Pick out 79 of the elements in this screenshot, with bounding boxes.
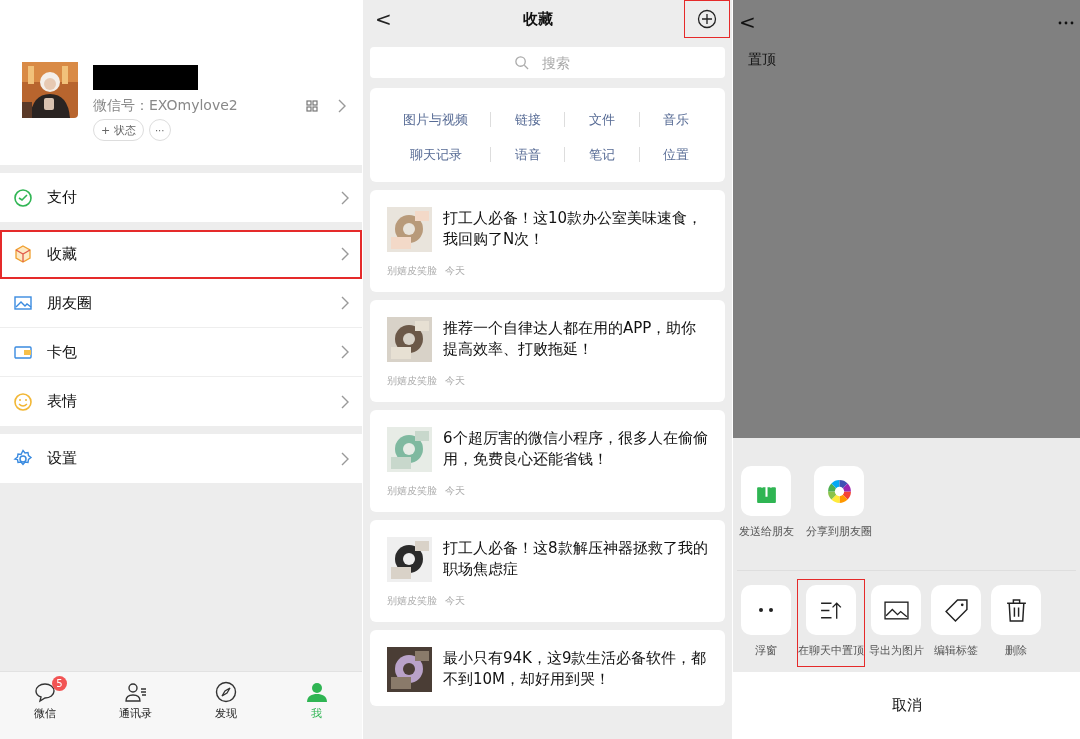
add-button[interactable] bbox=[684, 0, 730, 38]
article-title: 打工人必备！这8款解压神器拯救了我的职场焦虑症 bbox=[443, 538, 708, 580]
menu-item[interactable]: 支付 bbox=[0, 173, 362, 222]
tag-icon bbox=[943, 597, 969, 623]
check-circle-icon bbox=[13, 187, 33, 208]
saved-time: 今天 bbox=[445, 374, 465, 388]
favorite-card[interactable]: 推荐一个自律达人都在用的APP，助你提高效率、打败拖延！ 别嬉皮笑脸 今天 bbox=[370, 300, 725, 402]
cancel-button[interactable]: 取消 bbox=[733, 672, 1080, 739]
chevron-icon bbox=[341, 190, 349, 205]
favorite-card[interactable]: 打工人必备！这10款办公室美味速食，我回购了N次！ 别嬉皮笑脸 今天 bbox=[370, 190, 725, 292]
chat-bubble-icon bbox=[33, 680, 58, 704]
person-icon bbox=[304, 680, 329, 704]
share-action[interactable]: 发送给朋友 bbox=[737, 460, 795, 548]
sheet-action[interactable]: 导出为图片 bbox=[867, 579, 925, 667]
category-link[interactable]: 链接 bbox=[489, 112, 565, 127]
source-name: 别嬉皮笑脸 bbox=[387, 264, 437, 278]
sheet-action[interactable]: 在聊天中置顶 bbox=[797, 579, 865, 667]
category-link[interactable]: 语音 bbox=[489, 147, 565, 162]
menu-label: 设置 bbox=[47, 449, 78, 468]
smiley-icon bbox=[13, 391, 33, 412]
sheet-action[interactable]: 浮窗 bbox=[737, 579, 795, 667]
page-title: 收藏 bbox=[522, 9, 553, 29]
chevron-icon bbox=[341, 296, 349, 310]
menu-label: 收藏 bbox=[47, 244, 78, 264]
source-name: 别嬉皮笑脸 bbox=[387, 594, 437, 608]
more-icon[interactable] bbox=[1058, 21, 1074, 25]
saved-time: 今天 bbox=[445, 484, 465, 498]
favorite-card[interactable]: 打工人必备！这8款解压神器拯救了我的职场焦虑症 别嬉皮笑脸 今天 bbox=[370, 520, 725, 622]
article-title: 6个超厉害的微信小程序，很多人在偷偷用，免费良心还能省钱！ bbox=[443, 428, 708, 470]
search-icon bbox=[513, 55, 529, 70]
back-button[interactable]: < bbox=[375, 7, 392, 31]
share-action[interactable]: 分享到朋友圈 bbox=[805, 460, 873, 548]
contacts-icon bbox=[123, 680, 148, 704]
category-link[interactable]: 聊天记录 bbox=[382, 147, 490, 162]
wechat-id: 微信号：EXOmylove2 bbox=[93, 97, 238, 115]
favorite-card[interactable]: 最小只有94K，这9款生活必备软件，都不到10M，却好用到哭！ bbox=[370, 630, 725, 706]
chevron-icon bbox=[341, 451, 349, 466]
menu-item[interactable]: 卡包 bbox=[0, 328, 362, 377]
source-name: 别嬉皮笑脸 bbox=[387, 374, 437, 388]
sheet-action[interactable]: 删除 bbox=[987, 579, 1045, 667]
tab[interactable]: 微信 5 bbox=[0, 672, 91, 739]
source-name: 别嬉皮笑脸 bbox=[387, 484, 437, 498]
category-link[interactable]: 音乐 bbox=[638, 112, 713, 127]
menu-item[interactable]: 表情 bbox=[0, 377, 362, 426]
saved-time: 今天 bbox=[445, 594, 465, 608]
menu-item[interactable]: 设置 bbox=[0, 434, 362, 483]
two-dots-icon bbox=[759, 608, 773, 612]
menu-label: 卡包 bbox=[47, 342, 78, 362]
cube-icon bbox=[13, 244, 33, 264]
photo-icon bbox=[13, 293, 33, 313]
chevron-icon bbox=[341, 247, 349, 261]
pinned-label: 置顶 bbox=[748, 51, 776, 69]
chevron-icon bbox=[341, 394, 349, 409]
article-title: 最小只有94K，这9款生活必备软件，都不到10M，却好用到哭！ bbox=[443, 648, 708, 690]
category-link[interactable]: 笔记 bbox=[564, 147, 639, 162]
add-icon bbox=[697, 9, 717, 29]
menu-label: 支付 bbox=[47, 188, 78, 207]
category-link[interactable]: 图片与视频 bbox=[382, 112, 490, 127]
unread-badge: 5 bbox=[52, 676, 67, 691]
article-title: 打工人必备！这10款办公室美味速食，我回购了N次！ bbox=[443, 208, 704, 250]
tab[interactable]: 通讯录 bbox=[90, 672, 181, 739]
back-button[interactable]: < bbox=[739, 10, 756, 34]
menu-item[interactable]: 收藏 bbox=[0, 230, 362, 279]
saved-time: 今天 bbox=[445, 264, 465, 278]
chevron-icon bbox=[338, 99, 346, 113]
sheet-action[interactable]: 编辑标签 bbox=[927, 579, 985, 667]
menu-item[interactable]: 朋友圈 bbox=[0, 279, 362, 328]
category-link[interactable]: 位置 bbox=[638, 147, 713, 162]
search-field[interactable]: 搜索 bbox=[370, 47, 725, 78]
category-link[interactable]: 文件 bbox=[564, 112, 639, 127]
tab[interactable]: 发现 bbox=[181, 672, 272, 739]
chevron-icon bbox=[341, 345, 349, 359]
favorite-card[interactable]: 6个超厉害的微信小程序，很多人在偷偷用，免费良心还能省钱！ 别嬉皮笑脸 今天 bbox=[370, 410, 725, 512]
qr-code-icon[interactable] bbox=[306, 100, 318, 112]
article-title: 推荐一个自律达人都在用的APP，助你提高效率、打败拖延！ bbox=[443, 318, 698, 360]
menu-label: 表情 bbox=[47, 392, 78, 411]
menu-label: 朋友圈 bbox=[47, 293, 93, 313]
aperture-icon bbox=[826, 478, 852, 504]
compass-icon bbox=[214, 680, 239, 704]
